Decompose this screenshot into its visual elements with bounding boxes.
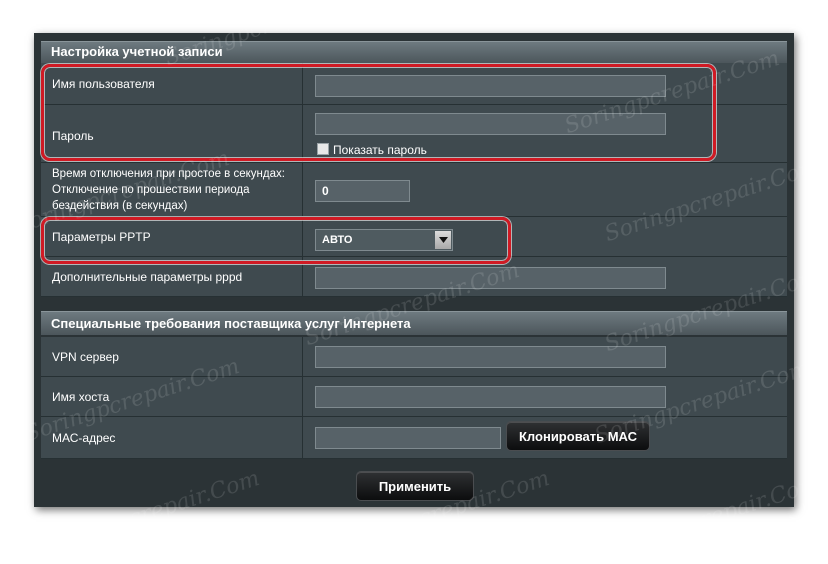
- idle-timeout-row: Время отключения при простое в секундах:…: [41, 163, 787, 217]
- pptp-highlight: [41, 217, 511, 264]
- vpn-server-row: VPN сервер: [41, 337, 787, 377]
- account-fields-highlight: [41, 64, 716, 161]
- vpn-server-label: VPN сервер: [41, 337, 303, 376]
- isp-section-header: Специальные требования поставщика услуг …: [41, 311, 787, 335]
- idle-timeout-label: Время отключения при простое в секундах:…: [41, 163, 303, 216]
- apply-button[interactable]: Применить: [356, 471, 474, 501]
- idle-timeout-field[interactable]: 0: [315, 180, 410, 202]
- hostname-field[interactable]: [315, 386, 666, 408]
- vpn-server-field[interactable]: [315, 346, 666, 368]
- account-section-header: Настройка учетной записи: [41, 41, 787, 63]
- mac-address-field[interactable]: [315, 427, 501, 449]
- isp-section-title: Специальные требования поставщика услуг …: [51, 316, 411, 331]
- pppd-field[interactable]: [315, 267, 666, 289]
- mac-address-label: МАС-адрес: [41, 417, 303, 458]
- hostname-label: Имя хоста: [41, 377, 303, 416]
- clone-mac-button[interactable]: Клонировать МАС: [506, 421, 650, 451]
- mac-address-row: МАС-адрес Клонировать МАС: [41, 417, 787, 459]
- account-section-title: Настройка учетной записи: [51, 44, 223, 59]
- hostname-row: Имя хоста: [41, 377, 787, 417]
- settings-panel: Настройка учетной записи Имя пользовател…: [34, 33, 794, 507]
